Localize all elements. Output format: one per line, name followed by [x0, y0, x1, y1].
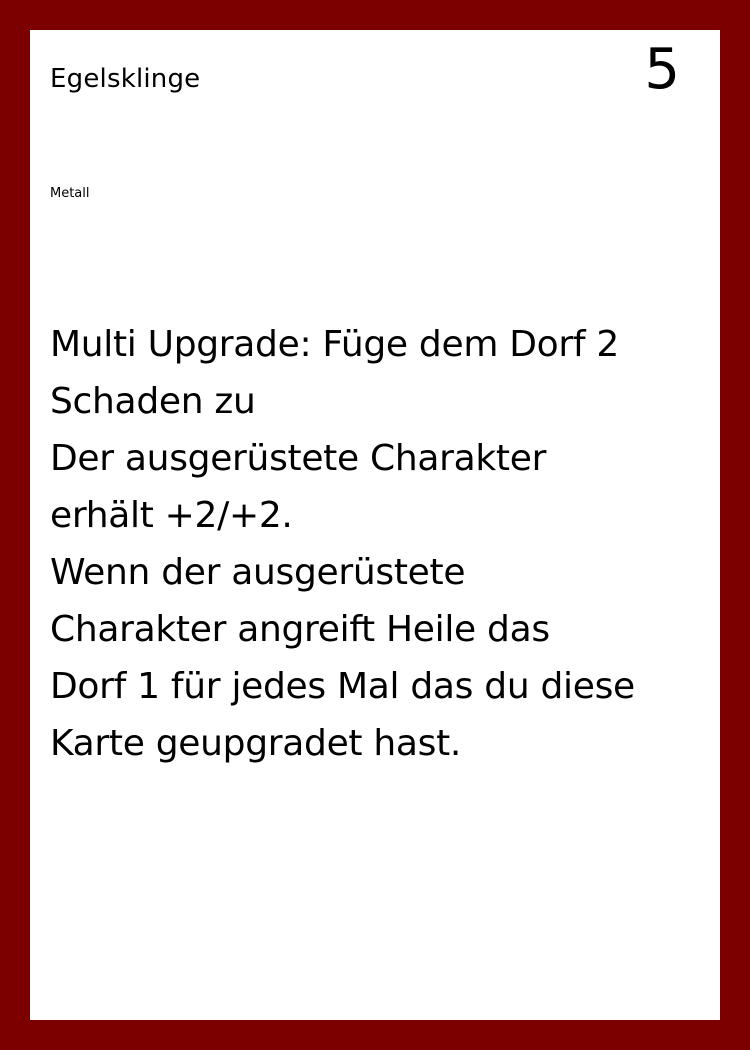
card-cost: 5 — [644, 37, 680, 102]
rules-text-line: Schaden zu — [50, 381, 256, 422]
rules-text-line: Karte geupgradet hast. — [50, 723, 462, 764]
rules-text-line: Dorf 1 für jedes Mal das du diese — [50, 666, 635, 707]
rules-text-line: erhält +2/+2. — [50, 495, 293, 536]
game-card: Egelsklinge 5 Metall Multi Upgrade: Füge… — [30, 30, 720, 1020]
rules-text-line: Der ausgerüstete Charakter — [50, 438, 547, 479]
card-type: Metall — [50, 186, 90, 201]
rules-text-line: Multi Upgrade: Füge dem Dorf 2 — [50, 324, 620, 365]
card-name: Egelsklinge — [50, 64, 201, 94]
rules-text-line: Charakter angreift Heile das — [50, 609, 550, 650]
card-rules-text: Multi Upgrade: Füge dem Dorf 2 Schaden z… — [50, 316, 700, 772]
rules-text-line: Wenn der ausgerüstete — [50, 552, 466, 593]
